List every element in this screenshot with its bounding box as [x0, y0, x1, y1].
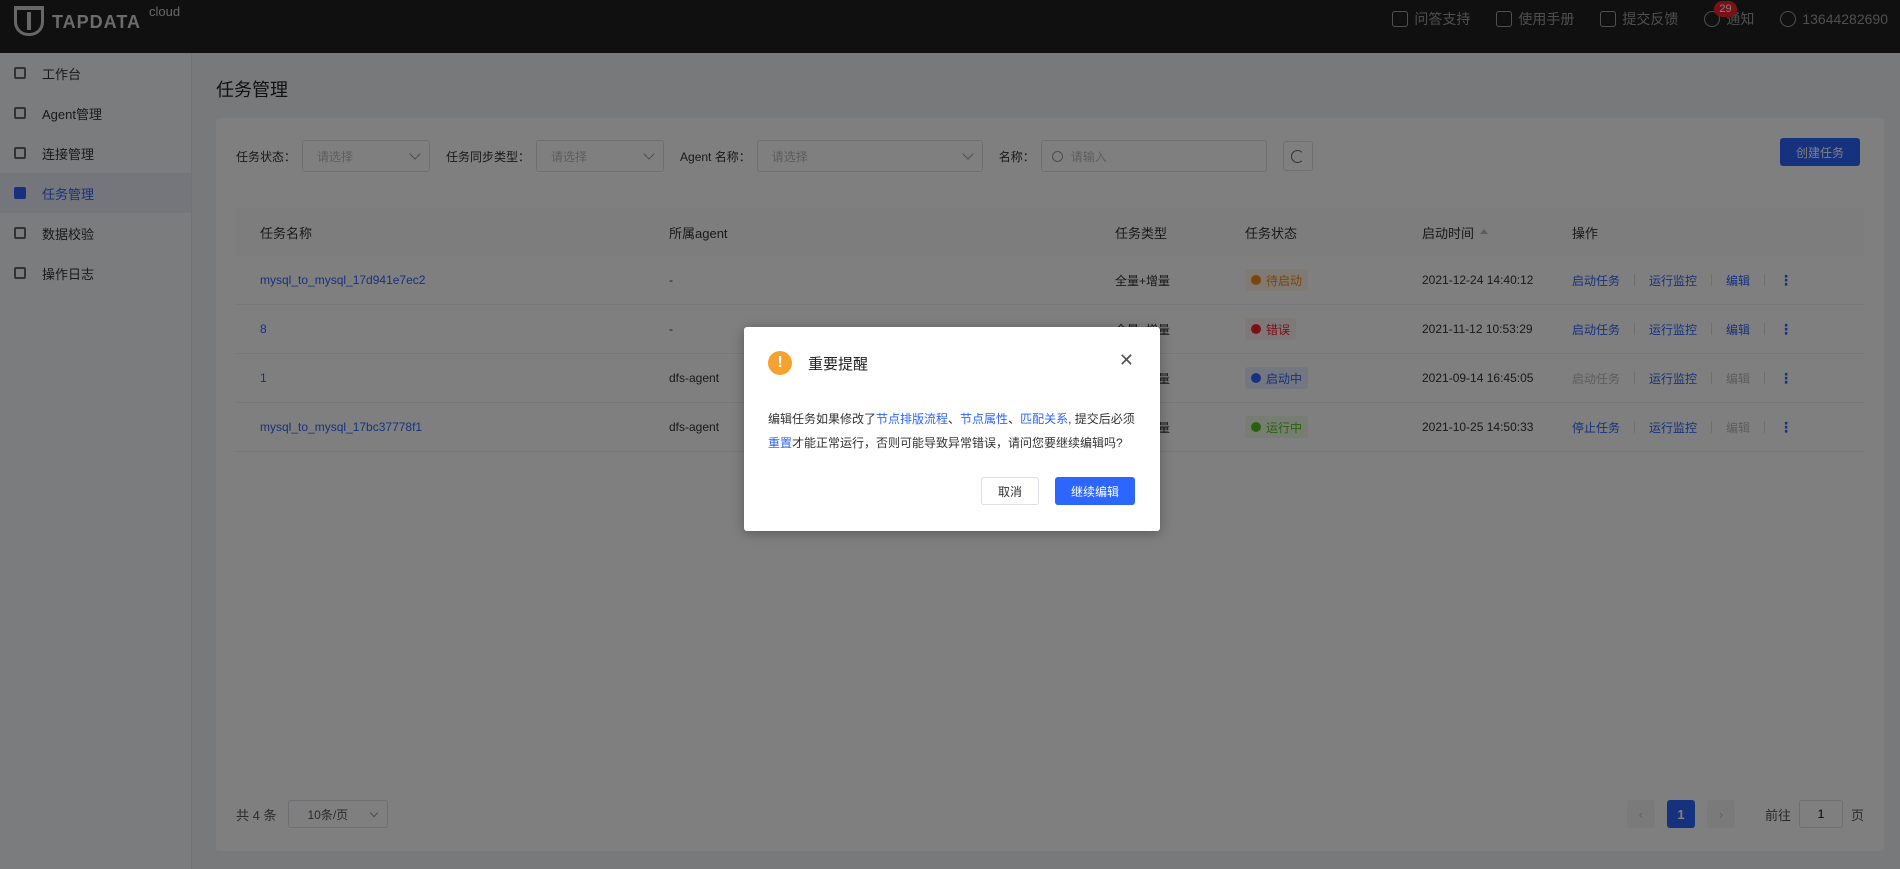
- confirm-dialog: ! 重要提醒 ✕ 编辑任务如果修改了节点排版流程、节点属性、匹配关系, 提交后必…: [744, 327, 1160, 531]
- continue-edit-button[interactable]: 继续编辑: [1055, 477, 1135, 505]
- dialog-message: 编辑任务如果修改了节点排版流程、节点属性、匹配关系, 提交后必须 重置才能正常运行…: [768, 407, 1140, 455]
- warning-icon: !: [768, 351, 792, 375]
- highlight-node-layout: 节点排版流程: [876, 412, 949, 426]
- close-icon[interactable]: ✕: [1119, 351, 1134, 369]
- highlight-node-attr: 节点属性: [960, 412, 1009, 426]
- cancel-button[interactable]: 取消: [981, 477, 1039, 505]
- dialog-text: 、: [948, 412, 961, 426]
- highlight-mapping: 匹配关系: [1020, 412, 1069, 426]
- dialog-header: ! 重要提醒: [768, 351, 868, 375]
- dialog-footer: 取消 继续编辑: [981, 477, 1135, 505]
- dialog-text: 编辑任务如果修改了: [768, 412, 877, 426]
- dialog-title: 重要提醒: [808, 355, 869, 373]
- dialog-text: 才能正常运行，否则可能导致异常错误，请问您要继续编辑吗?: [792, 436, 1123, 450]
- dialog-text: , 提交后必须: [1068, 412, 1135, 426]
- highlight-reset: 重置: [768, 436, 793, 450]
- dialog-text: 、: [1008, 412, 1021, 426]
